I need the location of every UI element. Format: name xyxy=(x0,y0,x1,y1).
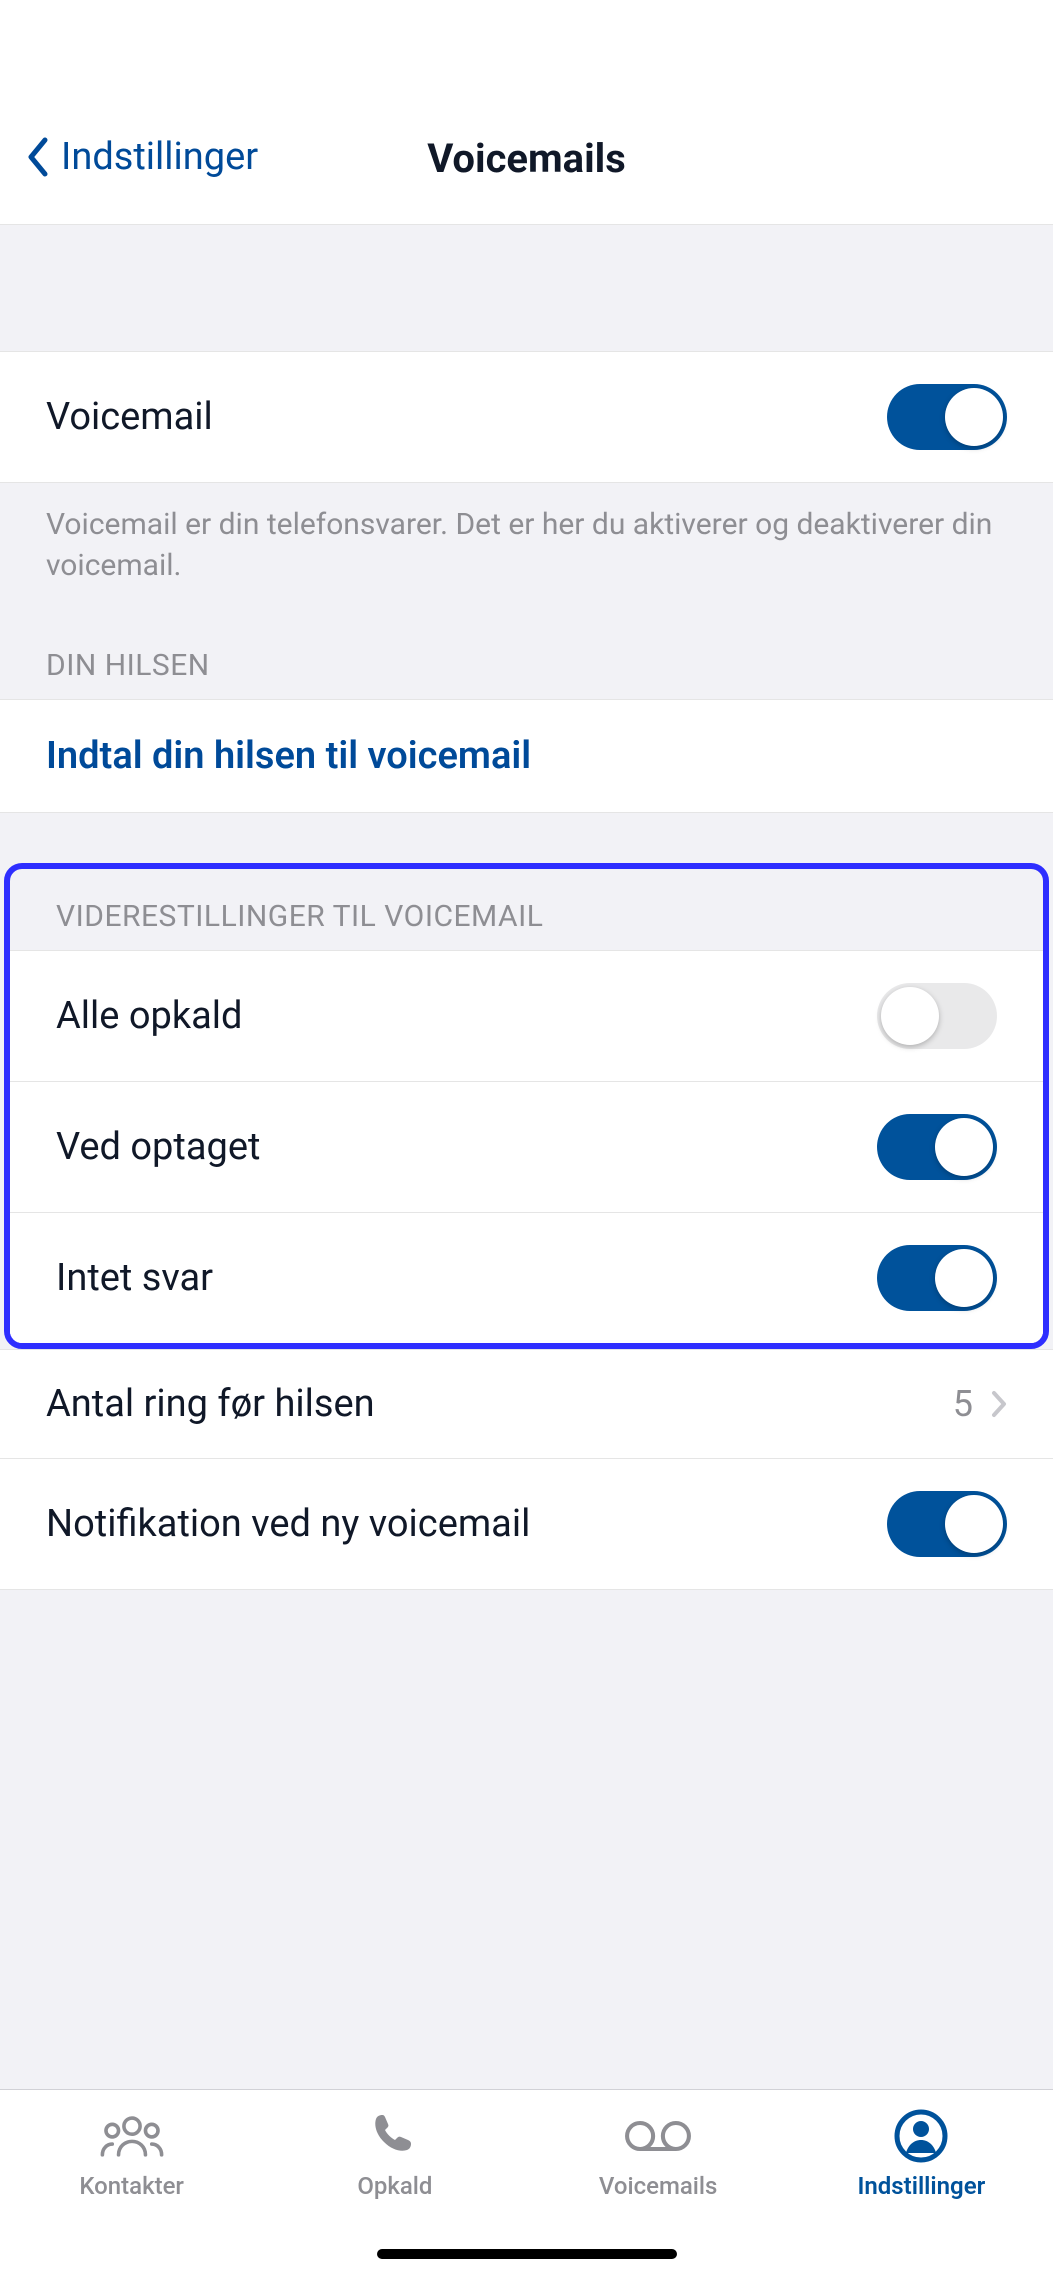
notification-toggle[interactable] xyxy=(887,1491,1007,1557)
forwarding-no-answer-label: Intet svar xyxy=(56,1256,213,1300)
forwarding-highlight: VIDERESTILLINGER TIL VOICEMAIL Alle opka… xyxy=(4,863,1049,1349)
forwarding-row-no-answer: Intet svar xyxy=(10,1213,1043,1343)
phone-icon xyxy=(360,2108,430,2164)
record-greeting-row[interactable]: Indtal din hilsen til voicemail xyxy=(0,699,1053,813)
forwarding-row-busy: Ved optaget xyxy=(10,1082,1043,1213)
page-title: Voicemails xyxy=(0,135,1053,182)
forwarding-no-answer-toggle[interactable] xyxy=(877,1245,997,1311)
ring-count-disclosure: 5 xyxy=(953,1383,1007,1425)
forwarding-all-calls-toggle[interactable] xyxy=(877,983,997,1049)
settings-profile-icon xyxy=(886,2108,956,2164)
greeting-section-header: DIN HILSEN xyxy=(0,586,1053,699)
voicemail-toggle[interactable] xyxy=(887,384,1007,450)
record-greeting-link: Indtal din hilsen til voicemail xyxy=(46,734,531,778)
voicemail-row: Voicemail xyxy=(0,351,1053,483)
forwarding-busy-label: Ved optaget xyxy=(56,1125,260,1169)
tab-contacts[interactable]: Kontakter xyxy=(0,2108,263,2279)
tab-settings[interactable]: Indstillinger xyxy=(790,2108,1053,2279)
voicemail-label: Voicemail xyxy=(46,395,213,439)
ring-count-label: Antal ring før hilsen xyxy=(46,1382,375,1426)
forwarding-all-calls-label: Alle opkald xyxy=(56,994,242,1038)
voicemail-description: Voicemail er din telefonsvarer. Det er h… xyxy=(0,483,1053,586)
notification-label: Notifikation ved ny voicemail xyxy=(46,1502,530,1546)
tab-voicemails-label: Voicemails xyxy=(599,2172,718,2200)
forwarding-busy-toggle[interactable] xyxy=(877,1114,997,1180)
header: Indstillinger Voicemails xyxy=(0,0,1053,225)
tab-contacts-label: Kontakter xyxy=(79,2172,184,2200)
forwarding-section-header: VIDERESTILLINGER TIL VOICEMAIL xyxy=(10,869,1043,950)
content: Voicemail Voicemail er din telefonsvarer… xyxy=(0,225,1053,2089)
forwarding-row-all-calls: Alle opkald xyxy=(10,950,1043,1082)
tab-calls-label: Opkald xyxy=(357,2172,432,2200)
chevron-right-icon xyxy=(991,1390,1007,1418)
ring-count-value: 5 xyxy=(953,1383,973,1425)
tab-settings-label: Indstillinger xyxy=(857,2172,985,2200)
ring-count-row[interactable]: Antal ring før hilsen 5 xyxy=(0,1349,1053,1459)
home-indicator[interactable] xyxy=(377,2249,677,2259)
voicemail-icon xyxy=(623,2108,693,2164)
contacts-icon xyxy=(97,2108,167,2164)
notification-row: Notifikation ved ny voicemail xyxy=(0,1459,1053,1590)
